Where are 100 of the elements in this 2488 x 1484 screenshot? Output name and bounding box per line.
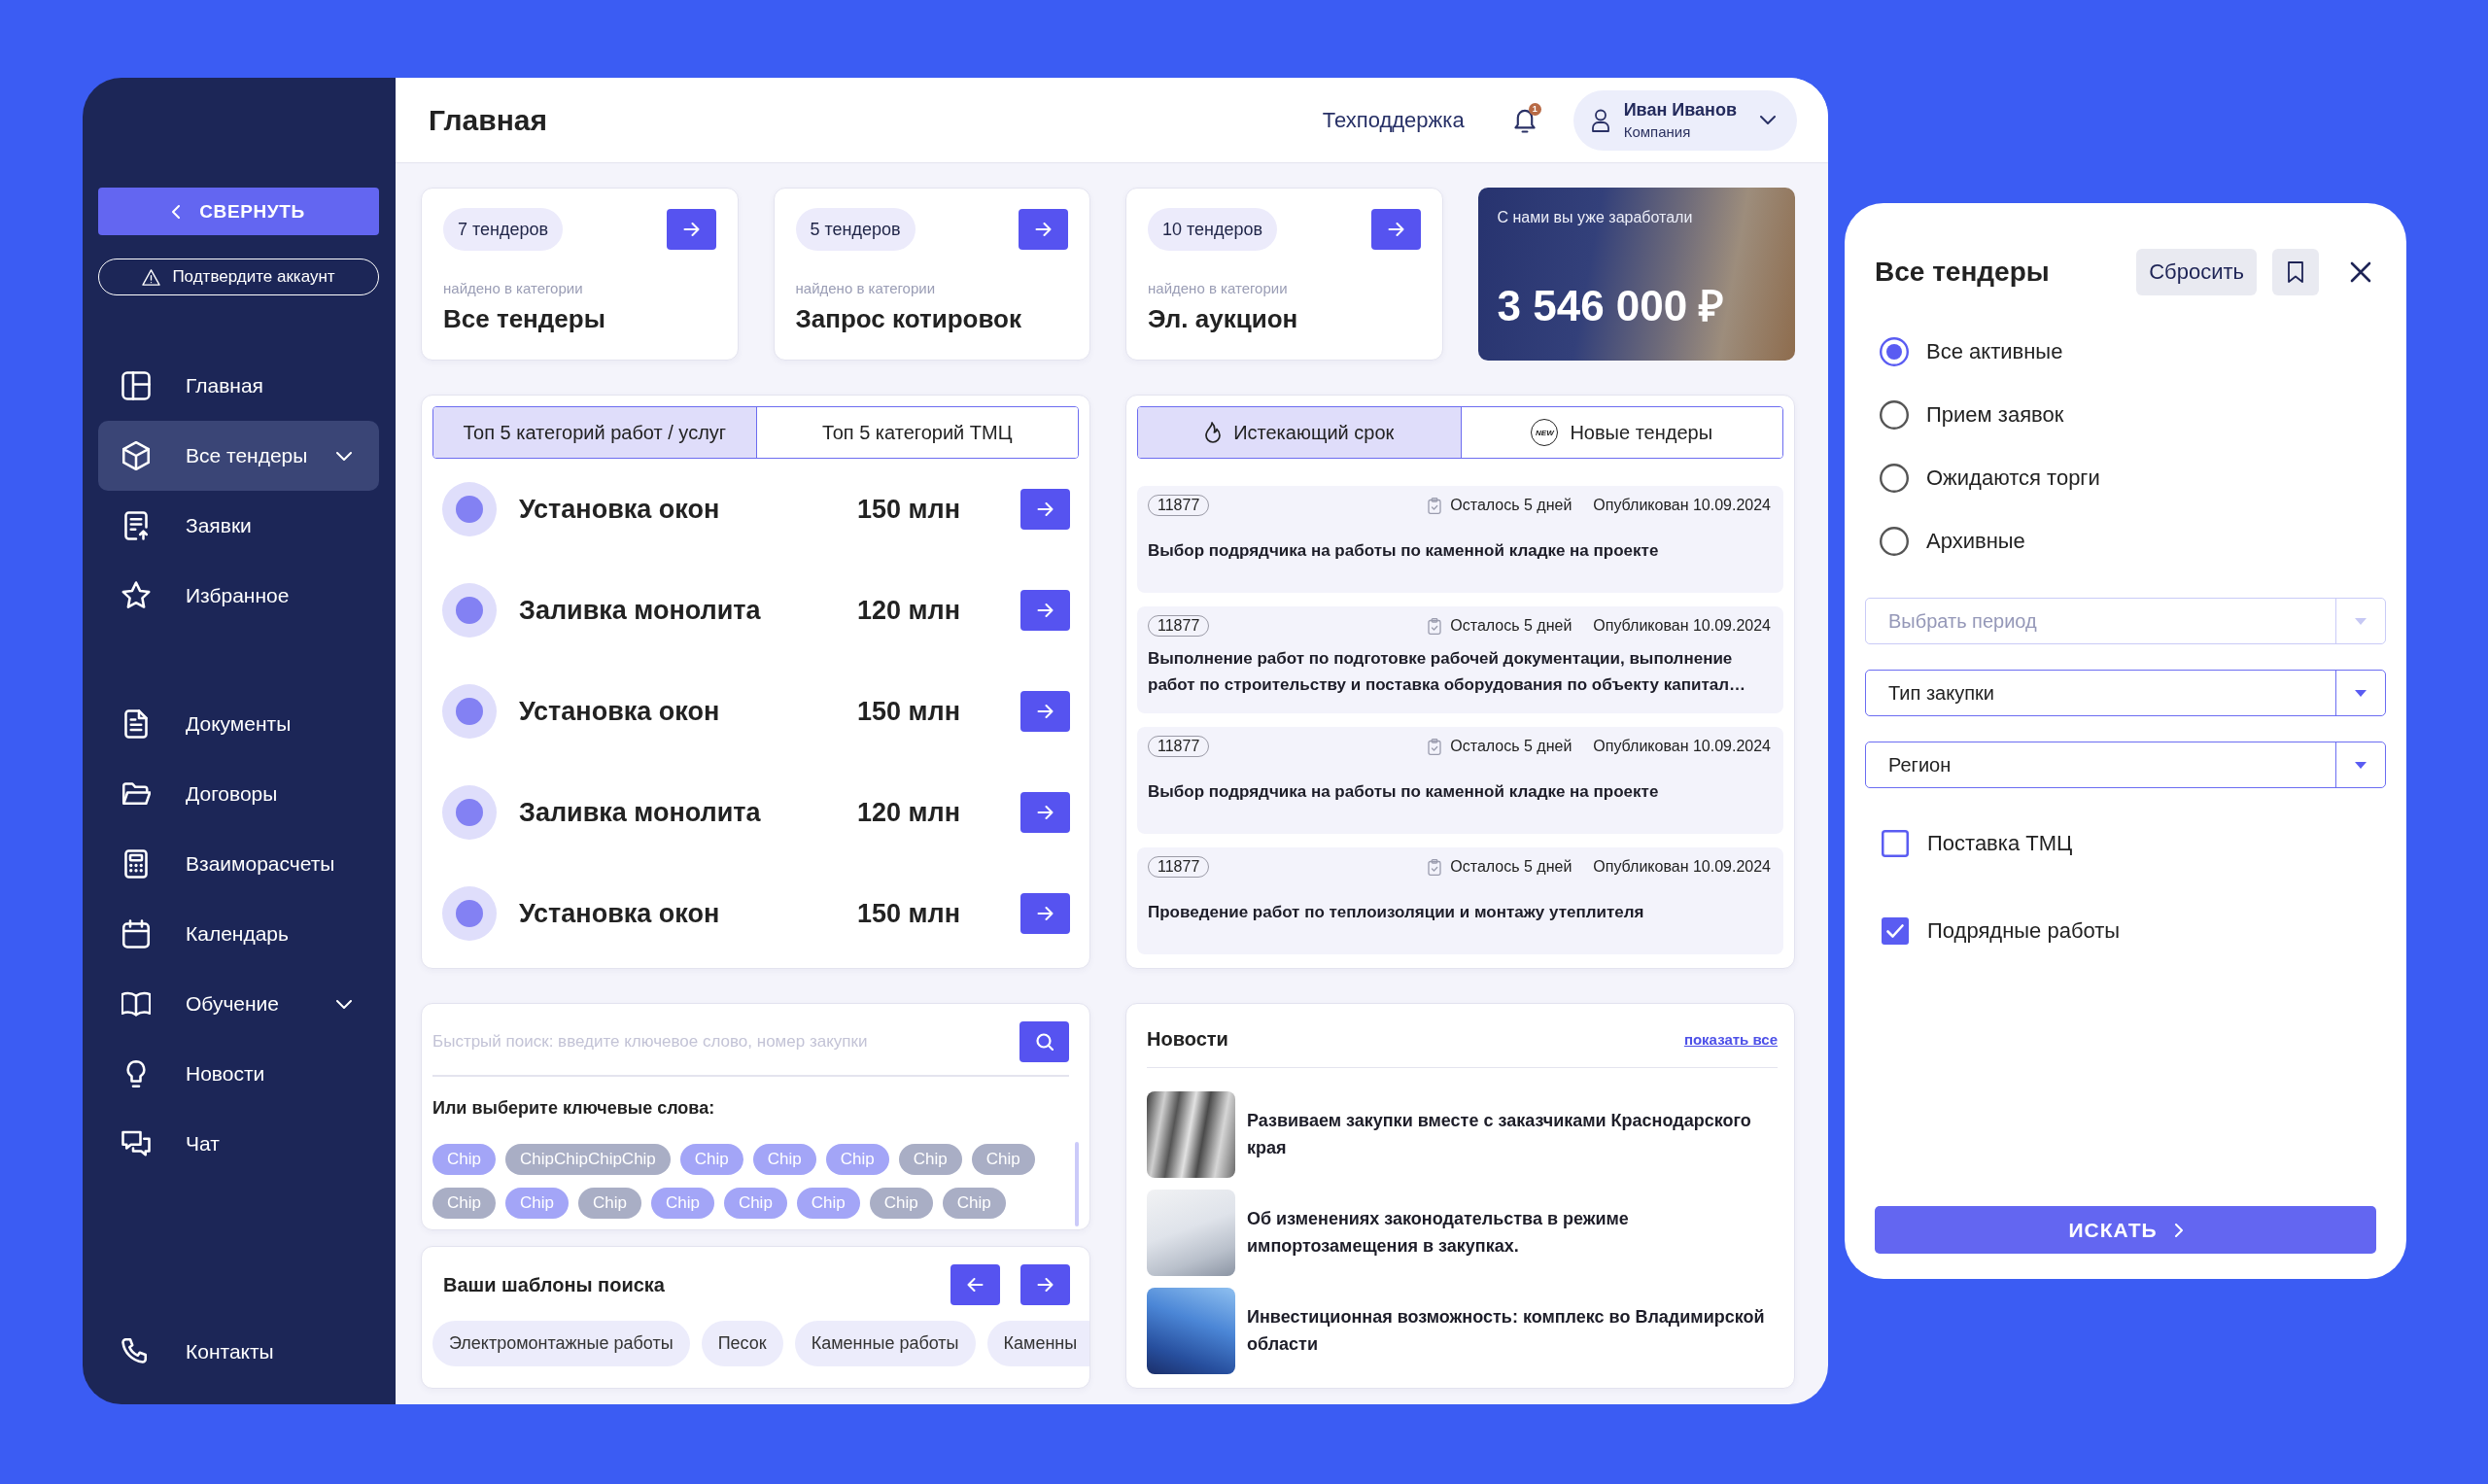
status-option[interactable]: Ожидаются торги (1875, 446, 2371, 509)
open-button[interactable] (1019, 209, 1068, 250)
news-headline[interactable]: Развиваем закупки вместе с заказчиками Краснодарского края (1247, 1107, 1778, 1162)
circle-marker-icon (442, 785, 497, 840)
nav-item[interactable]: Обучение (98, 969, 379, 1039)
chevron-down-icon (1760, 116, 1776, 124)
reset-button[interactable]: Сбросить (2136, 249, 2257, 295)
select-field[interactable]: Тип закупки (1865, 670, 2386, 716)
next-button[interactable] (1020, 1264, 1070, 1305)
templates-title: Ваши шаблоны поиска (443, 1273, 665, 1296)
scrollbar[interactable] (1075, 1141, 1079, 1226)
category-name: Заливка монолита (519, 595, 761, 626)
category-amount: 150 млн (857, 898, 960, 929)
news-headline[interactable]: Инвестиционная возможность: комплекс во Владимирской области (1247, 1303, 1778, 1359)
search-button[interactable] (1019, 1021, 1069, 1062)
search-field[interactable]: Быстрый поиск: введите ключевое слово, номер закупки (432, 1021, 1008, 1062)
open-button[interactable] (1020, 489, 1070, 530)
category-caption: найдено в категории (443, 280, 583, 296)
category-amount: 150 млн (857, 696, 960, 727)
open-button[interactable] (1020, 893, 1070, 934)
bookmark-button[interactable] (2272, 249, 2319, 295)
nav-item[interactable]: Главная (98, 351, 379, 421)
open-button[interactable] (1020, 792, 1070, 833)
publish-date: Опубликован 10.09.2024 (1593, 858, 1771, 876)
nav-item[interactable]: Контакты (98, 1317, 379, 1387)
show-all-link[interactable]: показать все (1683, 1031, 1778, 1048)
template-chip[interactable]: Электромонтажные работы (432, 1321, 690, 1366)
open-button[interactable] (1370, 209, 1421, 250)
arrow-right-icon (1035, 223, 1052, 236)
news-headline[interactable]: Об изменениях законодательства в режиме импортозамещения в закупках. (1247, 1205, 1778, 1260)
category-amount: 150 млн (857, 494, 960, 525)
tab[interactable]: Истекающий срок (1138, 407, 1461, 458)
nav-item[interactable]: Новости (98, 1039, 379, 1109)
tender-card[interactable]: 11877 Осталось 5 дней Опубликован 10.09.2024 Выбор подрядчика на работы по каменной кладке на проекте (1137, 486, 1783, 593)
circle-marker-icon (442, 583, 497, 638)
status-option[interactable]: Прием заявок (1875, 383, 2371, 446)
news-title: Новости (1147, 1028, 1228, 1051)
calendar-icon (121, 919, 151, 949)
clipboard-icon (1428, 497, 1442, 514)
user-icon (1590, 108, 1610, 132)
days-left: Осталось 5 дней (1450, 738, 1572, 755)
close-button[interactable] (2350, 261, 2371, 283)
open-button[interactable] (1020, 590, 1070, 631)
select-field[interactable]: Регион (1865, 742, 2386, 788)
template-chip[interactable]: Каменные работы (794, 1321, 976, 1366)
layout-icon (121, 371, 151, 400)
checkbox-option[interactable]: Поставка ТМЦ (1875, 819, 2371, 868)
open-button[interactable] (1020, 691, 1070, 732)
tender-card[interactable]: 11877 Осталось 5 дней Опубликован 10.09.2024 Проведение работ по теплоизоляции и монтажу утеплителя (1137, 847, 1783, 954)
nav-item[interactable]: Договоры (98, 759, 379, 829)
nav-item[interactable]: Чат (98, 1109, 379, 1179)
category-name: Установка окон (519, 494, 720, 525)
support-link[interactable]: Техподдержка (1322, 107, 1465, 133)
category-amount: 120 млн (857, 595, 960, 626)
checkbox-option[interactable]: Подрядные работы (1875, 907, 2371, 955)
chevron-right-icon (2174, 1223, 2183, 1237)
circle-marker-icon (442, 684, 497, 739)
status-option[interactable]: Все активные (1875, 320, 2371, 383)
user-menu[interactable]: Иван Иванов Компания (1572, 89, 1797, 151)
category-amount: 120 млн (857, 797, 960, 828)
chevron-down-icon (336, 451, 352, 461)
category-caption: найдено в категории (1148, 280, 1288, 296)
arrow-right-icon (1037, 1278, 1054, 1292)
user-name: Иван Иванов (1623, 100, 1737, 121)
tab[interactable]: Топ 5 категорий ТМЦ (755, 407, 1078, 458)
previous-button[interactable] (950, 1264, 1000, 1305)
publish-date: Опубликован 10.09.2024 (1593, 617, 1771, 635)
category-name: Установка окон (519, 898, 720, 929)
clipboard-icon (1428, 738, 1442, 755)
bell-icon (1512, 107, 1537, 133)
caret-down-icon (2355, 761, 2367, 769)
page-title: Главная (429, 103, 547, 137)
publish-date: Опубликован 10.09.2024 (1593, 738, 1771, 755)
nav-item[interactable]: Календарь (98, 899, 379, 969)
tender-title: Проведение работ по теплоизоляции и монтажу утеплителя (1148, 902, 1644, 924)
arrow-right-icon (1037, 705, 1054, 718)
chat-icon (121, 1129, 151, 1158)
clipboard-icon (1428, 617, 1442, 635)
tender-card[interactable]: 11877 Осталось 5 дней Опубликован 10.09.2024 Выбор подрядчика на работы по каменной кладке на проекте (1137, 727, 1783, 834)
nav-item[interactable]: Взаиморасчеты (98, 829, 379, 899)
earnings-caption: С нами вы уже заработали (1497, 209, 1693, 226)
nav-item[interactable]: Избранное (98, 561, 379, 631)
nav-item[interactable]: Все тендеры (98, 421, 379, 491)
status-option[interactable]: Архивные (1875, 509, 2371, 572)
category-title: Все тендеры (443, 304, 605, 334)
template-chip[interactable]: Песок (701, 1321, 783, 1366)
template-chip[interactable]: Каменны (986, 1321, 1089, 1366)
bookmark-icon (2288, 261, 2303, 283)
open-button[interactable] (666, 209, 716, 250)
tab[interactable]: Топ 5 категорий работ / услуг (433, 407, 756, 458)
tab[interactable]: NEW Новые тендеры (1460, 407, 1782, 458)
book-icon (121, 989, 151, 1018)
nav-item[interactable]: Документы (98, 689, 379, 759)
category-title: Эл. аукцион (1148, 304, 1298, 334)
tender-card[interactable]: 11877 Осталось 5 дней Опубликован 10.09.2024 Выполнение работ по подготовке рабочей документации, выполнение работ по строительству и поставка оборудования по объекту капитал… (1137, 606, 1783, 713)
notifications-button[interactable] (1512, 107, 1537, 133)
search-button[interactable]: ИСКАТЬ (1875, 1206, 2376, 1254)
arrow-right-icon (1387, 223, 1404, 236)
nav-item[interactable]: Заявки (98, 491, 379, 561)
collapse-button[interactable]: СВЕРНУТЬ (98, 188, 379, 235)
